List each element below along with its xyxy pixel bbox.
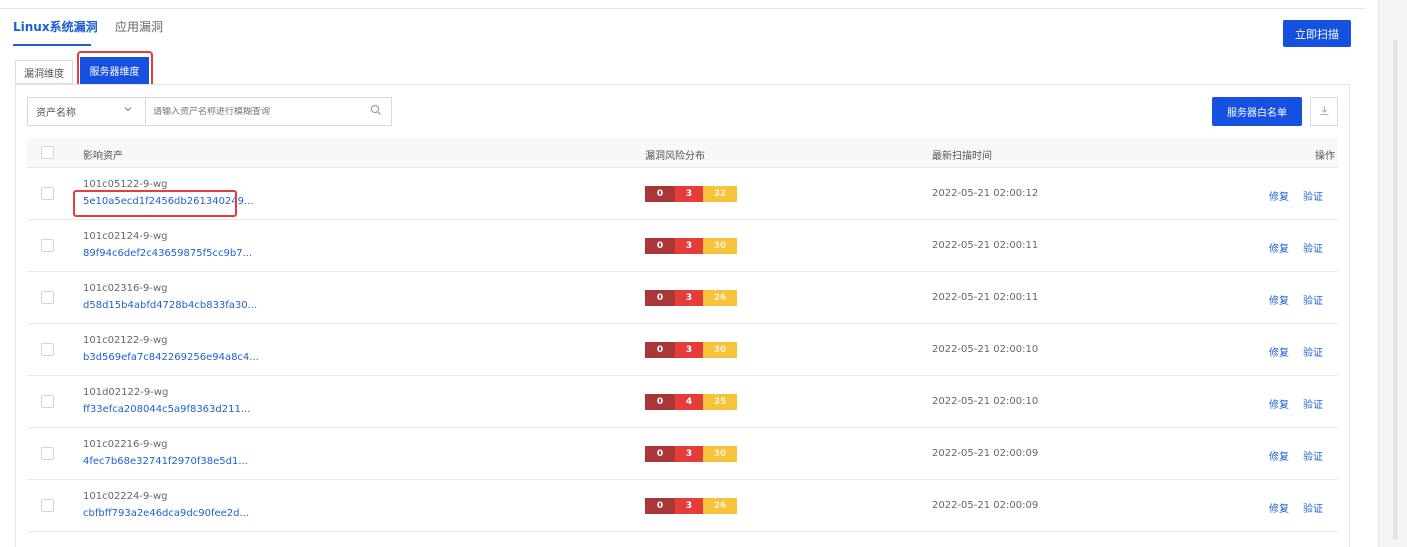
header-risk-distribution: 漏洞风险分布	[645, 151, 705, 162]
critical-count: 0	[645, 342, 675, 358]
fix-link[interactable]: 修复	[1269, 448, 1289, 463]
server-whitelist-button[interactable]: 服务器白名单	[1212, 97, 1302, 126]
asset-name: 101d02122-9-wg	[83, 387, 169, 398]
risk-distribution-bar: 0 3 30	[645, 446, 737, 462]
row-checkbox[interactable]	[41, 447, 54, 460]
medium-count: 30	[703, 238, 737, 254]
scan-time: 2022-05-21 02:00:09	[932, 500, 1039, 511]
scan-time: 2022-05-21 02:00:12	[932, 188, 1039, 199]
medium-count: 32	[703, 186, 737, 202]
critical-count: 0	[645, 498, 675, 514]
asset-name: 101c02224-9-wg	[83, 491, 168, 502]
verify-link[interactable]: 验证	[1303, 292, 1323, 307]
medium-count: 30	[703, 446, 737, 462]
download-button[interactable]	[1310, 97, 1338, 126]
fix-link[interactable]: 修复	[1269, 188, 1289, 203]
download-icon	[1319, 105, 1330, 119]
table-header: 影响资产 漏洞风险分布 最新扫描时间 操作	[27, 138, 1338, 168]
scrollbar-thumb[interactable]	[1393, 40, 1398, 540]
asset-id-link[interactable]: cbfbff793a2e46dca9dc90fee2d...	[83, 508, 249, 519]
asset-name: 101c02124-9-wg	[83, 231, 168, 242]
asset-id-link[interactable]: 4fec7b68e32741f2970f38e5d1...	[83, 456, 248, 467]
fix-link[interactable]: 修复	[1269, 500, 1289, 515]
header-actions: 操作	[1315, 151, 1335, 162]
tab-app-vuln[interactable]: 应用漏洞	[115, 18, 163, 35]
scan-time: 2022-05-21 02:00:11	[932, 240, 1039, 251]
table-row: 101c02316-9-wg d58d15b4abfd4728b4cb833fa…	[27, 272, 1338, 324]
high-count: 3	[675, 342, 703, 358]
verify-link[interactable]: 验证	[1303, 344, 1323, 359]
critical-count: 0	[645, 290, 675, 306]
risk-distribution-bar: 0 3 30	[645, 238, 737, 254]
medium-count: 26	[703, 290, 737, 306]
critical-count: 0	[645, 186, 675, 202]
critical-count: 0	[645, 446, 675, 462]
search-field-select-value: 资产名称	[36, 108, 76, 119]
high-count: 3	[675, 238, 703, 254]
table-row: 101d02122-9-wg ff33efca208044c5a9f8363d2…	[27, 376, 1338, 428]
risk-distribution-bar: 0 3 26	[645, 290, 737, 306]
row-checkbox[interactable]	[41, 343, 54, 356]
row-checkbox[interactable]	[41, 499, 54, 512]
scan-time: 2022-05-21 02:00:11	[932, 292, 1039, 303]
high-count: 4	[675, 394, 703, 410]
fix-link[interactable]: 修复	[1269, 344, 1289, 359]
row-checkbox[interactable]	[41, 239, 54, 252]
verify-link[interactable]: 验证	[1303, 500, 1323, 515]
search-icon[interactable]	[370, 104, 384, 118]
scan-time: 2022-05-21 02:00:10	[932, 344, 1039, 355]
header-affected-asset: 影响资产	[83, 151, 123, 162]
fix-link[interactable]: 修复	[1269, 396, 1289, 411]
asset-name: 101c02216-9-wg	[83, 439, 168, 450]
high-count: 3	[675, 498, 703, 514]
risk-distribution-bar: 0 4 35	[645, 394, 737, 410]
medium-count: 35	[703, 394, 737, 410]
table-row: 101c02216-9-wg 4fec7b68e32741f2970f38e5d…	[27, 428, 1338, 480]
select-all-checkbox[interactable]	[41, 146, 54, 159]
asset-search-field	[145, 97, 392, 126]
chevron-down-icon[interactable]	[123, 104, 135, 116]
row-checkbox[interactable]	[41, 291, 54, 304]
asset-id-link[interactable]: ff33efca208044c5a9f8363d211...	[83, 404, 250, 415]
scan-time: 2022-05-21 02:00:09	[932, 448, 1039, 459]
risk-distribution-bar: 0 3 32	[645, 186, 737, 202]
high-count: 3	[675, 290, 703, 306]
tab-linux-vuln[interactable]: Linux系统漏洞	[13, 18, 98, 35]
medium-count: 30	[703, 342, 737, 358]
search-input[interactable]	[153, 106, 353, 117]
verify-link[interactable]: 验证	[1303, 396, 1323, 411]
high-count: 3	[675, 186, 703, 202]
asset-name: 101c02122-9-wg	[83, 335, 168, 346]
verify-link[interactable]: 验证	[1303, 448, 1323, 463]
table-row: 101c02122-9-wg b3d569efa7c842269256e94a8…	[27, 324, 1338, 376]
vulnerability-page: Linux系统漏洞 应用漏洞 立即扫描 漏洞维度 服务器维度 资产名称 服务器白…	[0, 0, 1365, 547]
critical-count: 0	[645, 238, 675, 254]
fix-link[interactable]: 修复	[1269, 292, 1289, 307]
asset-name: 101c05122-9-wg	[83, 179, 168, 190]
row-checkbox[interactable]	[41, 395, 54, 408]
asset-id-link[interactable]: 89f94c6def2c43659875f5cc9b7...	[83, 248, 252, 259]
asset-id-link[interactable]: d58d15b4abfd4728b4cb833fa30...	[83, 300, 257, 311]
scan-now-button[interactable]: 立即扫描	[1283, 20, 1351, 47]
fix-link[interactable]: 修复	[1269, 240, 1289, 255]
active-tab-indicator	[13, 44, 91, 46]
risk-distribution-bar: 0 3 30	[645, 342, 737, 358]
medium-count: 26	[703, 498, 737, 514]
high-count: 3	[675, 446, 703, 462]
verify-link[interactable]: 验证	[1303, 240, 1323, 255]
table-row: 101c02124-9-wg 89f94c6def2c43659875f5cc9…	[27, 220, 1338, 272]
segment-vuln-dimension[interactable]: 漏洞维度	[15, 60, 73, 84]
top-divider	[0, 8, 1365, 9]
risk-distribution-bar: 0 3 26	[645, 498, 737, 514]
table-row: 101c02224-9-wg cbfbff793a2e46dca9dc90fee…	[27, 480, 1338, 532]
asset-name: 101c02316-9-wg	[83, 283, 168, 294]
critical-count: 0	[645, 394, 675, 410]
scan-time: 2022-05-21 02:00:10	[932, 396, 1039, 407]
annotation-highlight-box	[73, 190, 237, 217]
verify-link[interactable]: 验证	[1303, 188, 1323, 203]
header-latest-scan-time: 最新扫描时间	[932, 151, 992, 162]
asset-id-link[interactable]: b3d569efa7c842269256e94a8c4...	[83, 352, 259, 363]
row-checkbox[interactable]	[41, 187, 54, 200]
